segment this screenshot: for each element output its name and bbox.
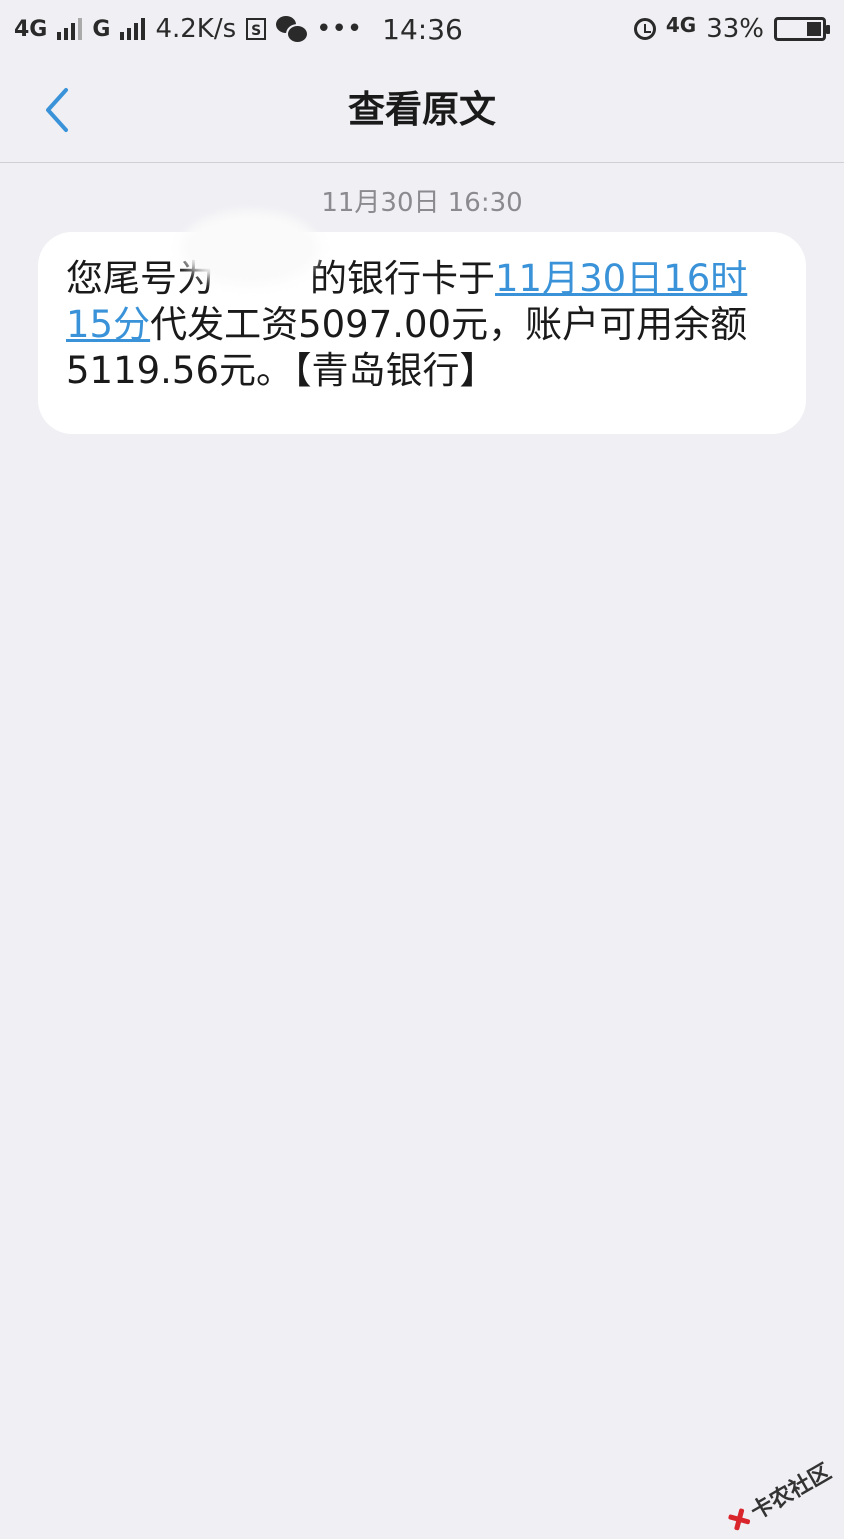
- redaction-blur: [180, 210, 320, 286]
- battery-icon: [774, 17, 830, 41]
- battery-percent: 33%: [706, 14, 764, 44]
- status-left: 4G G 4.2K/s S ••• 14:36: [14, 13, 463, 46]
- more-icon: •••: [316, 14, 363, 44]
- signal-icon: [57, 18, 83, 40]
- status-right: 4G 33%: [633, 13, 830, 44]
- alarm-icon: [633, 18, 656, 40]
- watermark-text: 卡农社区: [746, 1459, 836, 1526]
- sim-icon: S: [246, 18, 267, 40]
- nav-bar: 查看原文: [0, 58, 844, 163]
- message-text: 您尾号为 的银行卡于11月30日16时15分代发工资5097.00元，账户可用余额…: [66, 256, 784, 394]
- status-bar: 4G G 4.2K/s S ••• 14:36 4G 33%: [0, 0, 844, 58]
- clock-time: 14:36: [382, 12, 463, 46]
- wechat-icon: [276, 16, 310, 44]
- network-speed: 4.2K/s: [155, 14, 237, 44]
- page-title: 查看原文: [348, 88, 496, 131]
- back-button[interactable]: [30, 82, 86, 138]
- chevron-left-icon: [46, 88, 68, 132]
- network-g-label: G: [92, 16, 111, 42]
- message-bubble[interactable]: 您尾号为 的银行卡于11月30日16时15分代发工资5097.00元，账户可用余额…: [38, 232, 806, 434]
- message-timestamp: 11月30日 16:30: [321, 188, 523, 218]
- signal-icon-2: [120, 18, 146, 40]
- watermark: 卡农社区: [721, 1454, 836, 1539]
- network-4g-label-2: 4G: [665, 13, 697, 37]
- battery-fill: [807, 22, 821, 36]
- network-4g-label: 4G: [14, 16, 48, 42]
- message-text-rest: 代发工资5097.00元，账户可用余额5119.56元。【青岛银行】: [66, 303, 748, 392]
- message-text-mid: 的银行卡于: [310, 257, 495, 300]
